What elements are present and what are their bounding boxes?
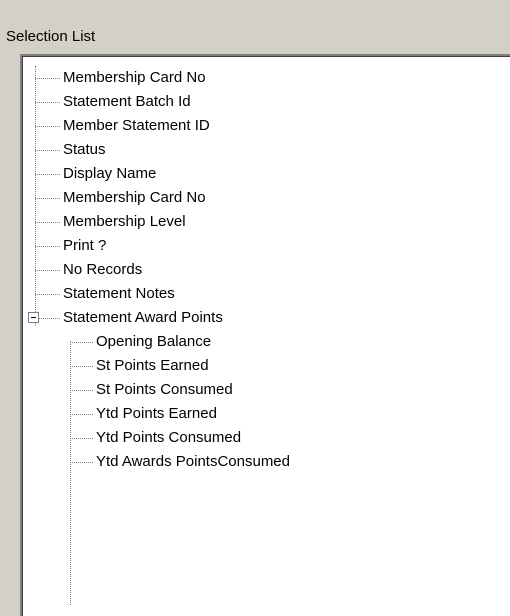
tree-item[interactable]: Statement Notes [22,282,510,306]
tree-item[interactable]: Display Name [22,162,510,186]
tree-group-label: Statement Award Points [63,309,223,326]
tree-list: Membership Card No Statement Batch Id Me… [22,66,510,474]
tree-item-label: Display Name [63,165,157,182]
tree-item[interactable]: Print ? [22,234,510,258]
tree-item-label: Ytd Points Earned [96,405,217,422]
tree-item-label: Opening Balance [96,333,212,350]
tree-item-label: Membership Card No [63,69,206,86]
selection-tree[interactable]: Membership Card No Statement Batch Id Me… [20,54,510,616]
tree-child-item[interactable]: Opening Balance [22,330,510,354]
tree-item-label: St Points Consumed [96,381,233,398]
tree-item[interactable]: Membership Card No [22,186,510,210]
tree-item-label: Membership Level [63,213,186,230]
tree-item[interactable]: Status [22,138,510,162]
tree-child-item[interactable]: Ytd Points Earned [22,402,510,426]
tree-item-label: St Points Earned [96,357,209,374]
tree-item-label: Print ? [63,237,107,254]
tree-item[interactable]: Membership Level [22,210,510,234]
tree-item-label: Ytd Awards PointsConsumed [96,453,290,470]
tree-child-item[interactable]: Ytd Points Consumed [22,426,510,450]
tree-item-label: Membership Card No [63,189,206,206]
tree-item-label: Ytd Points Consumed [96,429,242,446]
tree-item[interactable]: Statement Batch Id [22,90,510,114]
tree-child-item[interactable]: St Points Consumed [22,378,510,402]
panel-title: Selection List [6,28,96,45]
tree-item-label: Member Statement ID [63,117,210,134]
collapse-icon[interactable] [28,312,39,323]
tree-item-label: Status [63,141,106,158]
tree-item[interactable]: Membership Card No [22,66,510,90]
tree-item[interactable]: No Records [22,258,510,282]
tree-item-label: Statement Notes [63,285,175,302]
tree-item-label: No Records [63,261,143,278]
tree-item[interactable]: Member Statement ID [22,114,510,138]
tree-child-item[interactable]: Ytd Awards PointsConsumed [22,450,510,474]
tree-item-label: Statement Batch Id [63,93,191,110]
tree-group-statement-award-points[interactable]: Statement Award Points [22,306,510,330]
tree-child-item[interactable]: St Points Earned [22,354,510,378]
